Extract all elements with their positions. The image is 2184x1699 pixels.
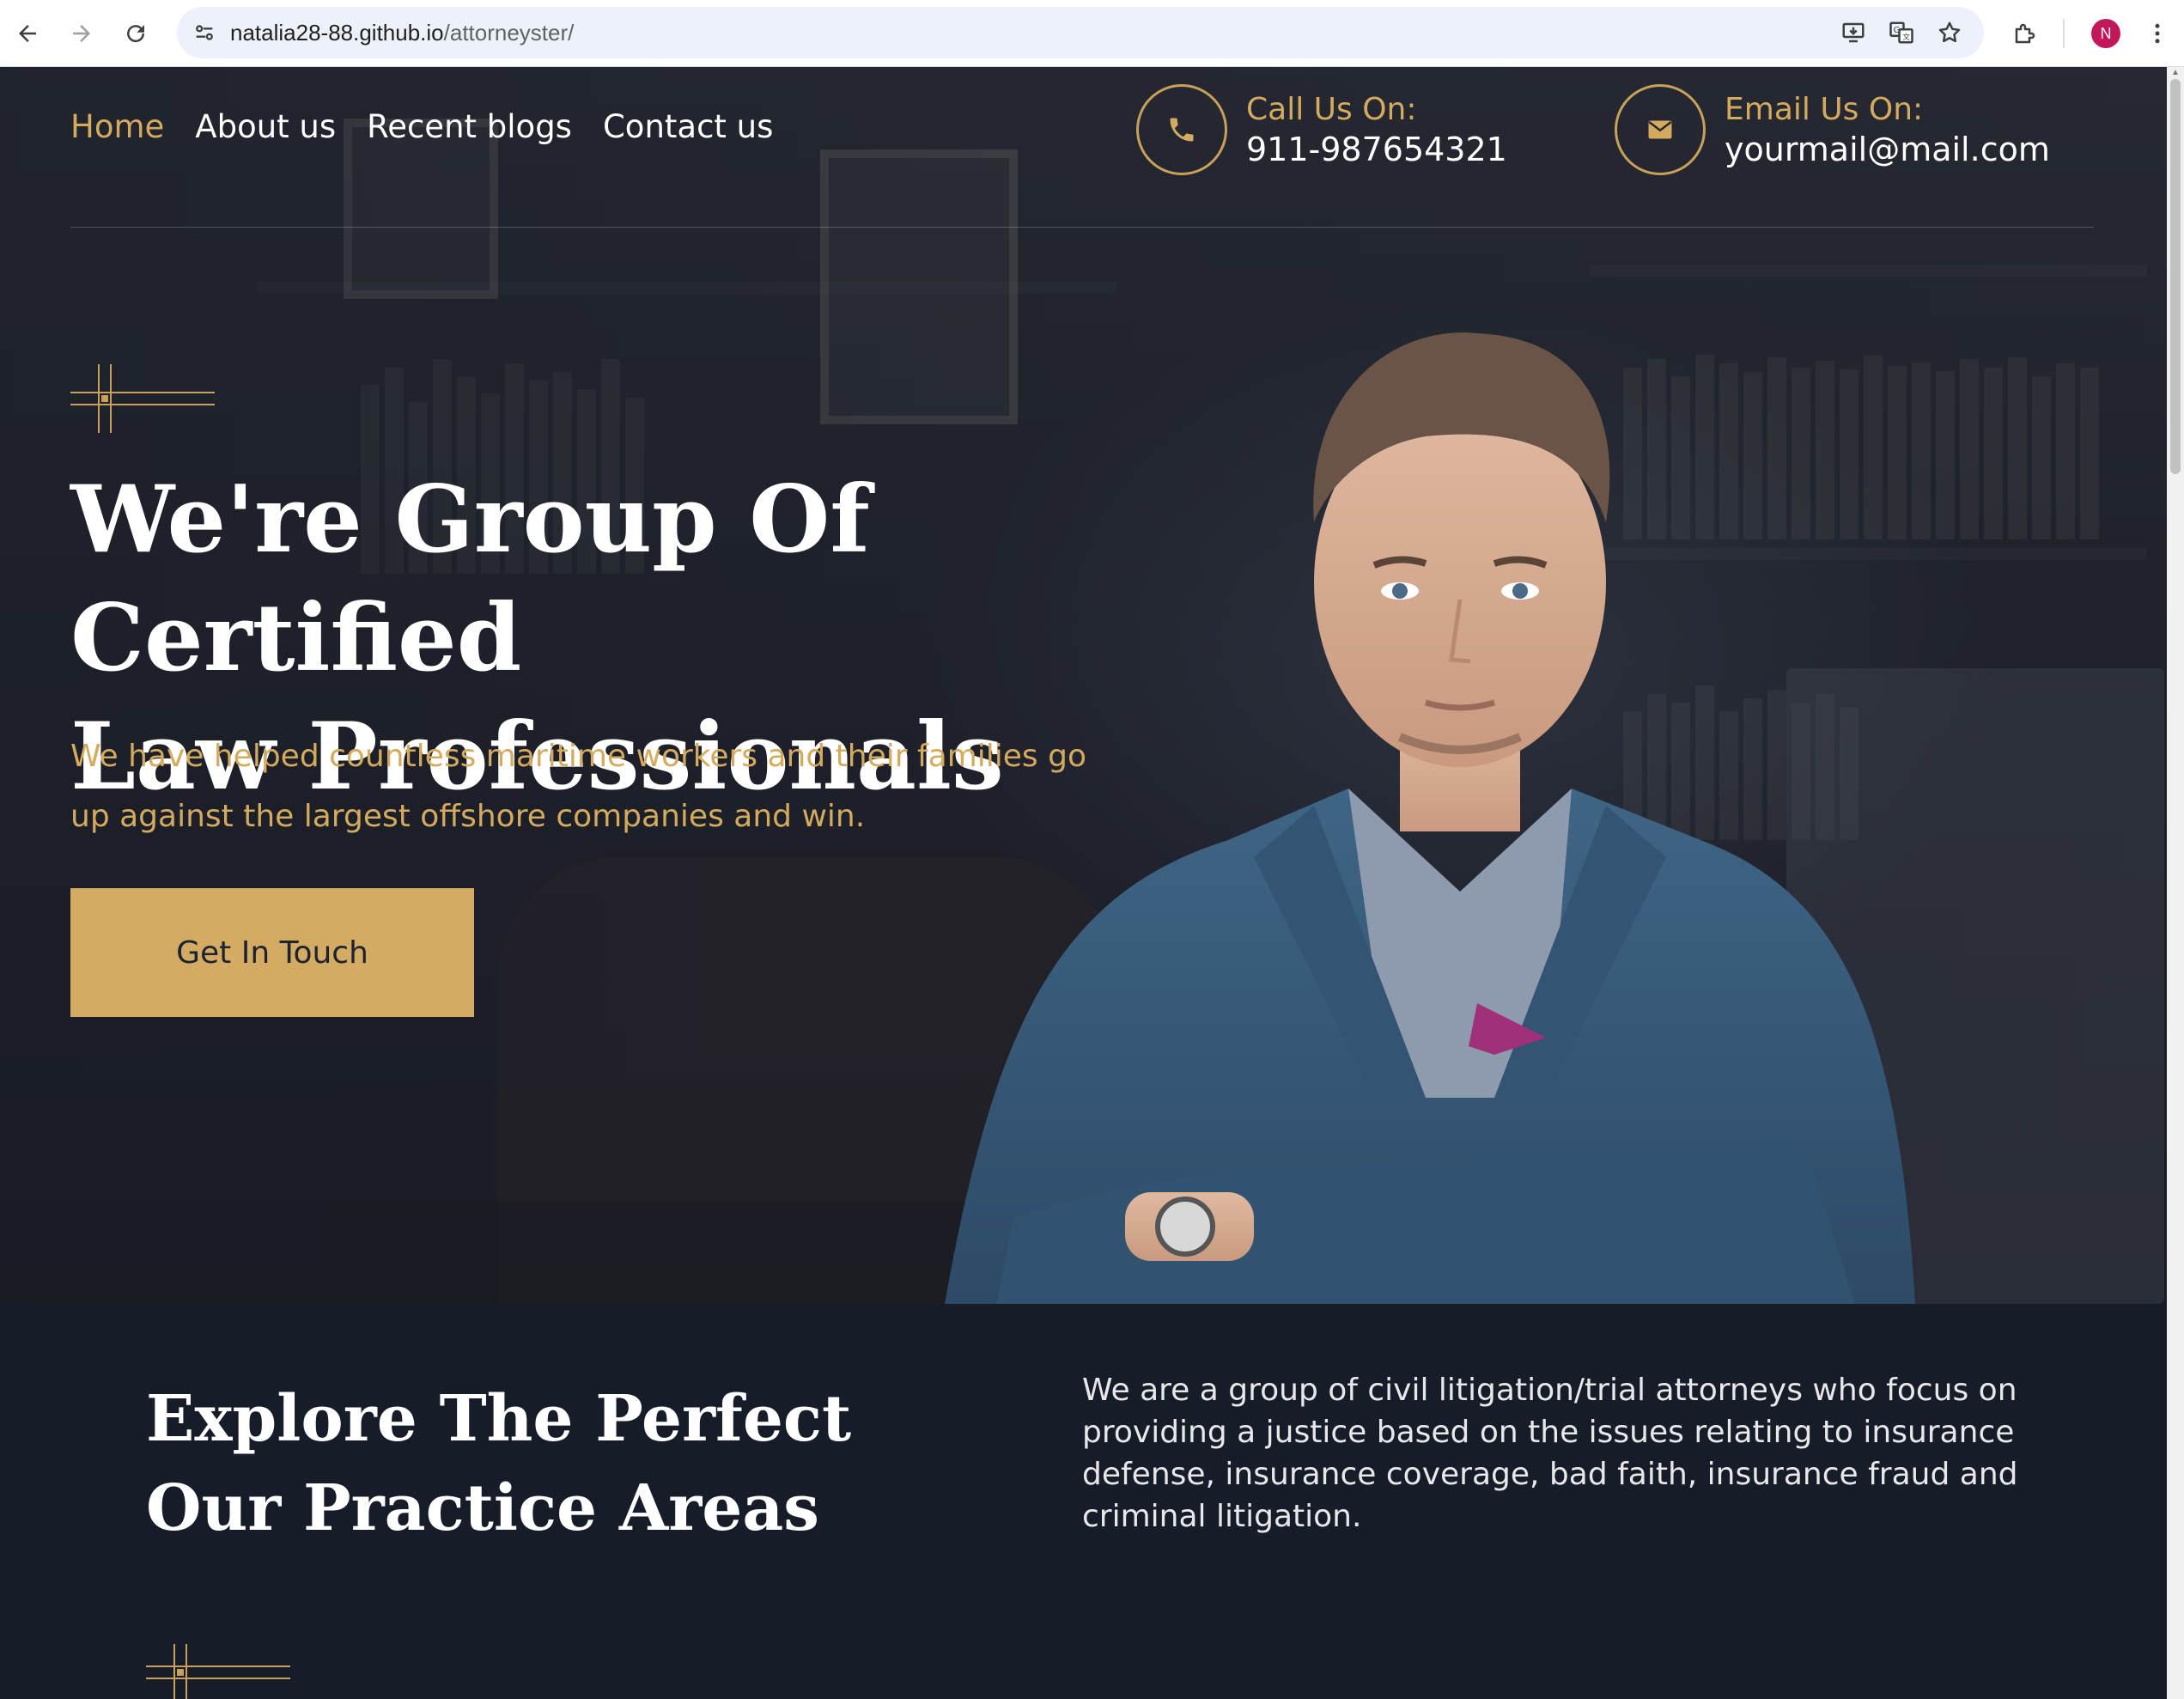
arrow-right-icon: [73, 25, 90, 42]
toolbar-divider: [2063, 19, 2065, 48]
nav-item-about-us[interactable]: About us: [195, 108, 336, 145]
email-address[interactable]: yourmail@mail.com: [1725, 131, 2050, 168]
star-icon[interactable]: [1934, 17, 1965, 48]
nav-item-home[interactable]: Home: [70, 108, 164, 145]
svg-text:G: G: [1894, 26, 1901, 35]
scroll-up-icon[interactable]: ▲: [2170, 69, 2181, 77]
mail-icon[interactable]: [1615, 84, 1706, 175]
email-label: Email Us On:: [1725, 91, 1924, 127]
kebab-menu-icon[interactable]: [2140, 16, 2175, 51]
nav-item-recent-blogs[interactable]: Recent blogs: [367, 108, 572, 145]
forward-button[interactable]: [64, 16, 99, 51]
main-nav: Home About us Recent blogs Contact us: [70, 108, 773, 145]
profile-avatar[interactable]: N: [2091, 19, 2120, 48]
practice-areas-section: Explore The Perfect Our Practice Areas W…: [0, 1304, 2167, 1699]
practice-description: We are a group of civil litigation/trial…: [1082, 1373, 2018, 1534]
call-label: Call Us On:: [1246, 91, 1417, 127]
header-divider: [70, 227, 2094, 228]
get-in-touch-button[interactable]: Get In Touch: [70, 888, 474, 1017]
phone-number[interactable]: 911-987654321: [1246, 131, 1507, 168]
puzzle-icon[interactable]: [2008, 16, 2042, 51]
url-text: natalia28-88.github.io/attorneyster/: [230, 20, 574, 46]
practice-title-line-1: Explore The Perfect: [146, 1382, 852, 1456]
nav-item-contact-us[interactable]: Contact us: [603, 108, 773, 145]
hero-title-line-1: We're Group Of Certified: [70, 466, 870, 692]
address-bar[interactable]: natalia28-88.github.io/attorneyster/ G文: [177, 7, 1984, 58]
url-host: natalia28-88.github.io: [230, 20, 444, 46]
arrow-left-icon: [19, 25, 36, 42]
reload-button[interactable]: [119, 16, 153, 51]
browser-toolbar: natalia28-88.github.io/attorneyster/ G文 …: [0, 0, 2184, 67]
hero-subtitle: We have helped countless maritime worker…: [70, 739, 1087, 834]
hero-section: Home About us Recent blogs Contact us Ca…: [0, 67, 2167, 1304]
ornament-icon: [146, 1644, 290, 1699]
back-button[interactable]: [10, 16, 45, 51]
tune-icon[interactable]: [189, 17, 220, 48]
email-contact: Email Us On: yourmail@mail.com: [1615, 84, 2050, 175]
url-path: /attorneyster/: [443, 20, 575, 46]
page-scrollbar[interactable]: ▲: [2167, 67, 2184, 1699]
translate-icon[interactable]: G文: [1886, 17, 1917, 48]
scrollbar-thumb[interactable]: [2170, 79, 2181, 474]
reload-icon: [127, 25, 145, 43]
svg-text:文: 文: [1902, 32, 1910, 42]
install-app-icon[interactable]: [1838, 17, 1869, 48]
ornament-icon: [70, 364, 215, 433]
practice-title: Explore The Perfect Our Practice Areas: [146, 1374, 919, 1553]
practice-title-line-2: Our Practice Areas: [146, 1471, 819, 1545]
call-contact: Call Us On: 911-987654321: [1136, 84, 1507, 175]
phone-icon[interactable]: [1136, 84, 1227, 175]
